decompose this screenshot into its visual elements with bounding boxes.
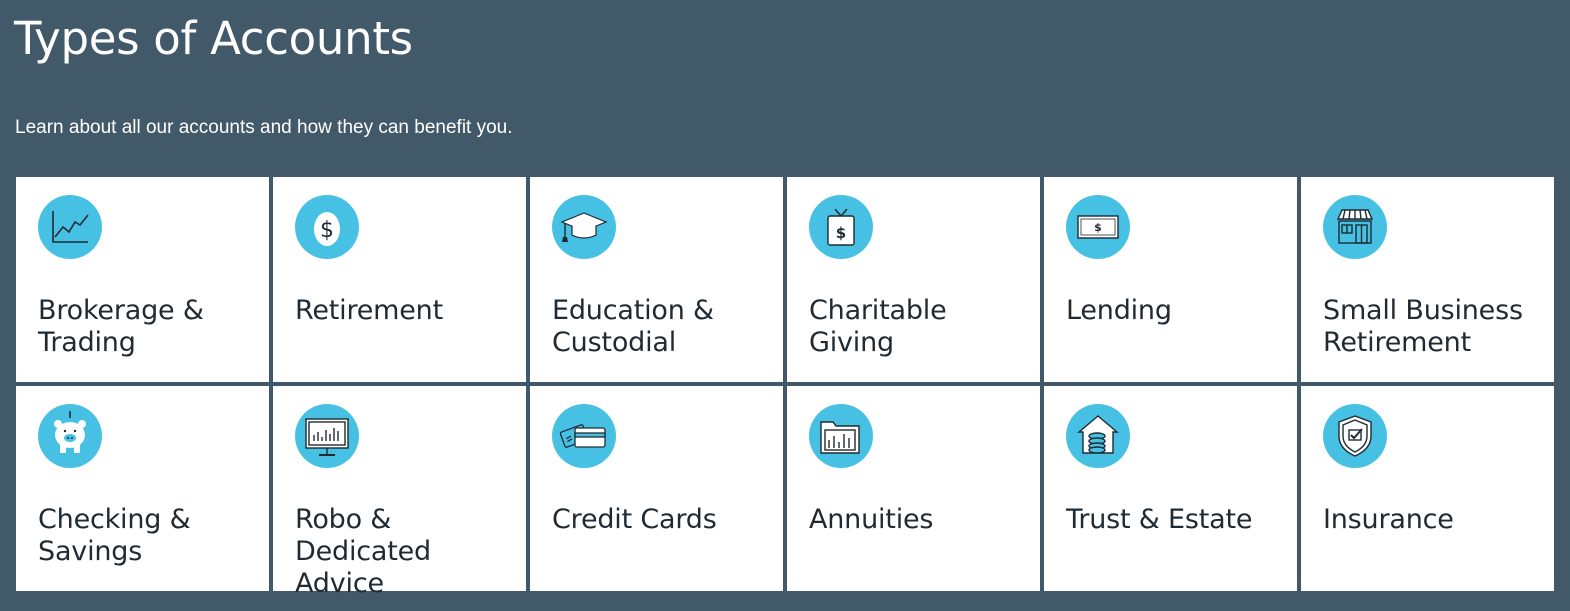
card-brokerage-trading[interactable]: Brokerage & Trading (16, 177, 269, 382)
card-label: Insurance (1323, 504, 1454, 535)
card-label: Education & Custodial (552, 295, 714, 358)
card-label: Robo & Dedicated Advice (295, 504, 431, 599)
dollar-egg-icon: $ (295, 195, 359, 259)
gift-tag-dollar-icon: $ (809, 195, 873, 259)
banknote-icon: $ (1066, 195, 1130, 259)
monitor-chart-icon (295, 404, 359, 468)
shield-check-icon (1323, 404, 1387, 468)
page-subtitle: Learn about all our accounts and how the… (15, 117, 513, 138)
card-charitable-giving[interactable]: $ Charitable Giving (787, 177, 1040, 382)
card-retirement[interactable]: $ Retirement (273, 177, 526, 382)
page-title: Types of Accounts (14, 12, 413, 65)
card-label: Charitable Giving (809, 295, 947, 358)
card-label: Retirement (295, 295, 443, 326)
card-credit-cards[interactable]: Credit Cards (530, 386, 783, 591)
card-label: Lending (1066, 295, 1172, 326)
card-checking-savings[interactable]: Checking & Savings (16, 386, 269, 591)
account-types-grid: Brokerage & Trading $ Retirement Educati… (16, 177, 1554, 599)
card-label: Annuities (809, 504, 934, 535)
line-chart-icon (38, 195, 102, 259)
svg-text:$: $ (836, 224, 846, 242)
card-trust-estate[interactable]: Trust & Estate (1044, 386, 1297, 591)
credit-cards-icon (552, 404, 616, 468)
card-label: Small Business Retirement (1323, 295, 1523, 358)
svg-text:$: $ (1094, 221, 1102, 234)
graduation-cap-icon (552, 195, 616, 259)
svg-text:$: $ (320, 218, 334, 243)
card-robo-dedicated-advice[interactable]: Robo & Dedicated Advice (273, 386, 526, 599)
folder-chart-icon (809, 404, 873, 468)
card-small-business-retirement[interactable]: Small Business Retirement (1301, 177, 1554, 382)
card-label: Trust & Estate (1066, 504, 1253, 535)
card-label: Brokerage & Trading (38, 295, 204, 358)
card-education-custodial[interactable]: Education & Custodial (530, 177, 783, 382)
card-annuities[interactable]: Annuities (787, 386, 1040, 591)
piggy-bank-icon (38, 404, 102, 468)
card-label: Credit Cards (552, 504, 717, 535)
card-label: Checking & Savings (38, 504, 191, 567)
card-lending[interactable]: $ Lending (1044, 177, 1297, 382)
storefront-icon (1323, 195, 1387, 259)
house-coins-icon (1066, 404, 1130, 468)
card-insurance[interactable]: Insurance (1301, 386, 1554, 591)
